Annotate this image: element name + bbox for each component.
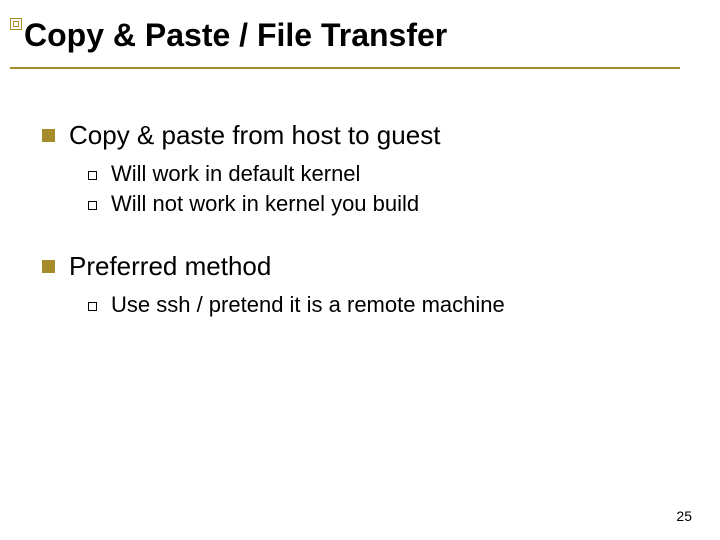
spacer bbox=[42, 221, 680, 251]
page-number: 25 bbox=[676, 508, 692, 524]
hollow-square-bullet-icon bbox=[88, 171, 97, 180]
sub-item: Will work in default kernel bbox=[111, 161, 360, 187]
bullet-level2: Will not work in kernel you build bbox=[88, 191, 680, 217]
title-accent-inner-icon bbox=[13, 21, 19, 27]
slide: Copy & Paste / File Transfer Copy & past… bbox=[0, 0, 720, 540]
bullet-level1: Copy & paste from host to guest bbox=[42, 120, 680, 151]
bullet-level2: Will work in default kernel bbox=[88, 161, 680, 187]
bullet-level2: Use ssh / pretend it is a remote machine bbox=[88, 292, 680, 318]
bullet-level1: Preferred method bbox=[42, 251, 680, 282]
square-bullet-icon bbox=[42, 129, 55, 142]
hollow-square-bullet-icon bbox=[88, 201, 97, 210]
hollow-square-bullet-icon bbox=[88, 302, 97, 311]
section-heading: Copy & paste from host to guest bbox=[69, 120, 440, 151]
section-heading: Preferred method bbox=[69, 251, 271, 282]
sub-item: Will not work in kernel you build bbox=[111, 191, 419, 217]
sub-item: Use ssh / pretend it is a remote machine bbox=[111, 292, 505, 318]
title-bar: Copy & Paste / File Transfer bbox=[10, 18, 680, 69]
slide-title: Copy & Paste / File Transfer bbox=[24, 18, 680, 53]
square-bullet-icon bbox=[42, 260, 55, 273]
title-accent-icon bbox=[10, 18, 22, 30]
slide-body: Copy & paste from host to guest Will wor… bbox=[42, 120, 680, 322]
